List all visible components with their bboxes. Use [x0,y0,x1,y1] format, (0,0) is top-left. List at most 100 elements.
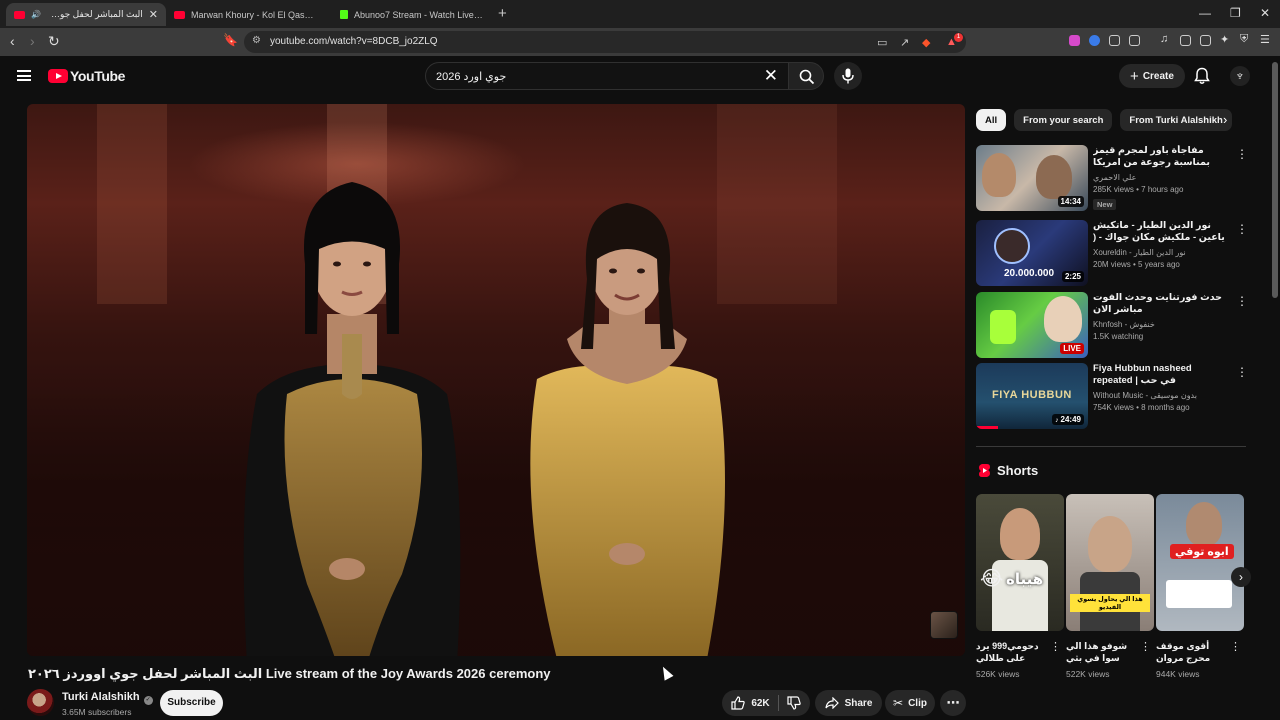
channel-name[interactable]: Turki Alalshikh ✓ [62,691,153,705]
subscribe-button[interactable]: Subscribe [160,690,223,716]
short-item[interactable]: 😂 هيباه دحومي999 يرد على طلالي هيباه 526… [976,494,1064,679]
vpn-icon[interactable]: ⛨ [1240,33,1248,46]
more-vert-icon[interactable]: ⋮ [1236,365,1248,379]
bookmark-icon[interactable]: 🔖 [223,33,238,47]
minimize-icon[interactable]: — [1199,6,1211,20]
clear-search-icon[interactable]: ✕ [764,66,778,86]
short-views: 944K views [1156,669,1200,679]
maximize-icon[interactable]: ❐ [1230,6,1241,20]
tab-title: البث المباشر لحفل جوي اووردز [46,9,143,19]
short-title[interactable]: شوفو هذا الي سوا في بثي [1066,640,1138,664]
video-thumbnail[interactable]: 14:34 [976,145,1088,211]
more-vert-icon[interactable]: ⋮ [1140,640,1151,653]
create-button[interactable]: + Create [1119,64,1185,88]
share-button[interactable]: Share [815,690,882,716]
recommendation-item[interactable]: 20.000.000 2:25 نور الدين الطيار - ماتكي… [976,220,1248,288]
recommendation-item[interactable]: LIVE حدث فورتنايت وحدث الفوت مباشر الان … [976,292,1248,360]
youtube-logo[interactable]: YouTube [48,68,125,84]
browser-tab-marwan[interactable]: Marwan Khoury - Kol El Qassayed | O [166,3,326,26]
browser-tab-youtube-active[interactable]: 🔊 البث المباشر لحفل جوي اووردز ✕ [6,3,166,26]
address-bar[interactable]: ⚙ youtube.com/watch?v=8DCB_jo2ZLQ ▭ ↗ ◆ … [244,31,966,53]
video-thumbnail[interactable]: FIYA HUBBUN ♪ 24:49 [976,363,1088,429]
chip-from-channel[interactable]: From Turki Alalshikh [1120,109,1232,131]
more-vert-icon[interactable]: ⋮ [1230,640,1241,653]
recommendation-channel[interactable]: علي الاحمري [1093,173,1231,182]
new-tab-icon[interactable]: + [498,5,507,22]
video-thumbnail[interactable]: 20.000.000 2:25 [976,220,1088,286]
video-player[interactable] [27,104,965,656]
chip-from-your-search[interactable]: From your search [1014,109,1113,131]
like-dislike-group: 62K [722,690,810,716]
extension-icon[interactable] [1069,35,1080,46]
short-title[interactable]: دحومي999 يرد على طلالي هيباه [976,640,1048,664]
recommendation-title[interactable]: مفاجأة باور لمجرم قيمز بمناسبة رجوعة من … [1093,145,1231,169]
notifications-bell-icon[interactable] [1194,67,1210,85]
more-actions-button[interactable]: ⋯ [940,690,966,716]
recommendation-item[interactable]: 14:34 مفاجأة باور لمجرم قيمز بمناسبة رجو… [976,145,1248,213]
voice-search-button[interactable] [834,62,862,90]
forward-icon[interactable]: › [30,33,35,49]
wallet-icon[interactable] [1200,35,1211,46]
reload-icon[interactable]: ↻ [48,33,60,50]
account-avatar[interactable]: ♆ [1230,66,1250,86]
puzzle-icon[interactable] [1109,35,1120,46]
shorts-next-button[interactable]: › [1231,567,1251,587]
recommendation-meta: 1.5K watching [1093,332,1144,341]
extension-icon[interactable] [1089,35,1100,46]
sidebar-icon[interactable] [1180,35,1191,46]
thumbnail-person [1088,516,1132,572]
short-thumbnail[interactable]: 😂 هيباه [976,494,1064,631]
short-item[interactable]: هذا الي يحاول يسوي الفيديو شوفو هذا الي … [1066,494,1154,679]
share-page-icon[interactable]: ↗ [900,36,909,49]
close-window-icon[interactable]: ✕ [1260,6,1270,20]
music-icon[interactable]: ♫ [1160,33,1168,45]
youtube-play-icon [48,69,68,83]
more-vert-icon[interactable]: ⋮ [1050,640,1061,653]
extension-icon[interactable] [1129,35,1140,46]
recommendation-channel[interactable]: Khnfosh - خنفوش [1093,320,1231,329]
share-arrow-icon [824,697,839,709]
recommendation-title[interactable]: نور الدين الطيار - ماتكيش ياعين - ملكيش … [1093,220,1231,244]
short-item[interactable]: ابوه توفي أقوى موقف محرج مروان مجرم قيمز… [1156,494,1244,679]
guide-menu-icon[interactable] [17,70,31,81]
back-icon[interactable]: ‹ [10,33,15,49]
short-title[interactable]: أقوى موقف محرج مروان مجرم قيمز [1156,640,1228,664]
clip-button[interactable]: ✂ Clip [885,690,935,716]
short-thumbnail[interactable]: ابوه توفي [1156,494,1244,631]
video-thumbnail[interactable]: LIVE [976,292,1088,358]
recommendation-item[interactable]: FIYA HUBBUN ♪ 24:49 Fiya Hubbun nasheed … [976,363,1248,431]
leo-ai-icon[interactable]: ✦ [1220,33,1229,46]
more-vert-icon[interactable]: ⋮ [1236,222,1248,236]
clip-label: Clip [908,697,927,709]
menu-icon[interactable]: ☰ [1260,33,1270,46]
youtube-favicon-icon [174,10,185,19]
cast-icon[interactable]: ▭ [877,36,887,49]
channel-avatar[interactable] [27,689,54,716]
brave-shield-icon[interactable]: ◆ [922,36,930,49]
recommendation-title[interactable]: Fiya Hubbun nasheed repeated | في حب [1093,363,1231,387]
like-divider [777,695,779,711]
like-button[interactable]: 62K [731,696,770,710]
page-scrollbar[interactable] [1272,62,1278,298]
youtube-masthead: YouTube جوي اورد 2026 ✕ + Create ♆ [0,56,1280,98]
chevron-right-icon[interactable]: › [1223,112,1227,127]
recommendation-channel[interactable]: Without Music - بدون موسيقى [1093,391,1231,400]
search-input[interactable]: جوي اورد 2026 ✕ [425,62,789,90]
channel-watermark-icon[interactable] [930,611,958,639]
recommendation-channel[interactable]: Xoureldin - نور الدين الطيار [1093,248,1231,257]
browser-tab-kick[interactable]: Abunoo7 Stream - Watch Live on Kick [332,3,492,26]
chip-all[interactable]: All [976,109,1007,131]
site-info-icon[interactable]: ⚙ [252,35,261,46]
thumbs-down-icon[interactable] [787,696,801,710]
more-vert-icon[interactable]: ⋮ [1236,294,1248,308]
search-query-text: جوي اورد 2026 [436,71,507,83]
search-button[interactable] [788,62,824,90]
subscriber-count: 3.65M subscribers [62,707,132,717]
short-thumbnail[interactable]: هذا الي يحاول يسوي الفيديو [1066,494,1154,631]
more-vert-icon[interactable]: ⋮ [1236,147,1248,161]
scissors-icon: ✂ [893,696,904,710]
close-tab-icon[interactable]: ✕ [149,8,158,21]
recommendation-meta: 754K views • 8 months ago [1093,403,1190,412]
recommendation-title[interactable]: حدث فورتنايت وحدث الفوت مباشر الان [1093,292,1231,316]
speaker-icon[interactable]: 🔊 [31,10,41,19]
